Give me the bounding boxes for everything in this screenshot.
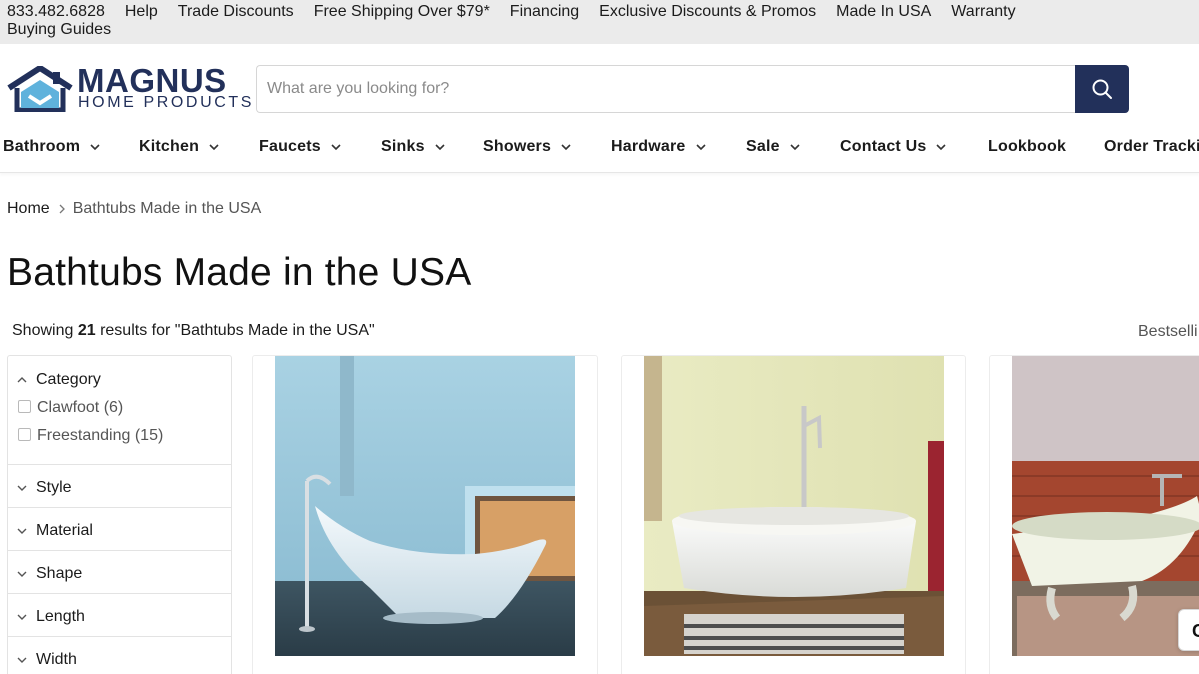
filter-group-material[interactable]: Material (8, 508, 231, 551)
nav-item-label: Sale (746, 138, 780, 155)
filters-sidebar: Category Clawfoot (6) Freestanding (15) … (7, 355, 232, 674)
utility-links-row-2: Buying Guides (7, 21, 1199, 39)
breadcrumb-home[interactable]: Home (7, 200, 50, 218)
results-count: 21 (77, 322, 96, 339)
filter-heading-length[interactable]: Length (36, 608, 85, 626)
breadcrumb-current: Bathtubs Made in the USA (72, 200, 262, 217)
logo-tagline: HOME PRODUCTS (78, 94, 255, 111)
filter-group-shape[interactable]: Shape (8, 551, 231, 594)
help-link[interactable]: Help (125, 3, 158, 21)
nav-item-label: Sinks (381, 138, 425, 155)
nav-item-label: Lookbook (988, 138, 1067, 155)
filter-heading-shape[interactable]: Shape (36, 565, 82, 583)
results-count-text: Showing 21 results for "Bathtubs Made in… (12, 322, 375, 340)
site-logo[interactable]: MAGNUS HOME PRODUCTS (7, 62, 251, 114)
chevron-down-icon (435, 143, 445, 151)
search-input[interactable] (256, 65, 1075, 113)
nav-item-sale[interactable]: Sale (746, 138, 800, 156)
search-button[interactable] (1075, 65, 1129, 113)
chevron-down-icon (17, 657, 27, 664)
filter-heading-width[interactable]: Width (36, 651, 77, 669)
nav-item-order-tracking[interactable]: Order Tracki (1104, 138, 1199, 156)
nav-item-hardware[interactable]: Hardware (611, 138, 706, 156)
house-logo-icon (7, 66, 73, 112)
main-nav: Bathroom Kitchen Faucets Sinks Showers H… (0, 130, 1199, 173)
chat-button[interactable]: C (1178, 609, 1199, 651)
breadcrumb: Home Bathtubs Made in the USA (7, 200, 261, 218)
product-card[interactable] (989, 355, 1199, 674)
results-suffix: results for "Bathtubs Made in the USA" (95, 322, 375, 339)
filter-group-length[interactable]: Length (8, 594, 231, 637)
chevron-down-icon (17, 614, 27, 621)
chevron-down-icon (936, 143, 947, 151)
chevron-down-icon (331, 143, 341, 151)
warranty-link[interactable]: Warranty (951, 3, 1015, 21)
nav-item-label: Order Tracki (1104, 138, 1199, 155)
product-image[interactable] (644, 356, 944, 656)
product-card[interactable] (252, 355, 598, 674)
filter-option-clawfoot[interactable]: Clawfoot (6) (18, 399, 123, 417)
nav-item-faucets[interactable]: Faucets (259, 138, 341, 156)
nav-item-kitchen[interactable]: Kitchen (139, 138, 219, 156)
chevron-down-icon (90, 143, 100, 151)
nav-item-contact-us[interactable]: Contact Us (840, 138, 947, 156)
chevron-down-icon (695, 143, 706, 151)
filter-heading-style[interactable]: Style (36, 479, 72, 497)
filter-group-width[interactable]: Width (8, 637, 231, 674)
filter-option-freestanding[interactable]: Freestanding (15) (18, 427, 163, 445)
utility-links-row: 833.482.6828 Help Trade Discounts Free S… (7, 3, 1199, 21)
nav-item-label: Contact Us (840, 138, 927, 155)
nav-item-bathroom[interactable]: Bathroom (3, 138, 100, 156)
chevron-down-icon (17, 485, 27, 492)
page-title: Bathtubs Made in the USA (7, 251, 472, 294)
nav-item-label: Faucets (259, 138, 321, 155)
nav-item-label: Showers (483, 138, 552, 155)
chevron-down-icon (17, 528, 27, 535)
product-card[interactable] (621, 355, 966, 674)
made-in-usa-link[interactable]: Made In USA (836, 3, 931, 21)
search-icon (1092, 79, 1112, 99)
chevron-right-icon (59, 204, 65, 214)
logo-wordmark: MAGNUS (77, 62, 227, 99)
nav-item-showers[interactable]: Showers (483, 138, 571, 156)
nav-item-label: Bathroom (3, 138, 81, 155)
search-bar (256, 65, 1129, 113)
chevron-down-icon (561, 143, 571, 151)
chevron-up-icon[interactable] (17, 376, 27, 383)
chevron-down-icon (17, 571, 27, 578)
utility-bar: 833.482.6828 Help Trade Discounts Free S… (0, 0, 1199, 44)
financing-link[interactable]: Financing (510, 3, 579, 21)
filter-heading-category[interactable]: Category (36, 371, 101, 389)
filter-group-category: Category Clawfoot (6) Freestanding (15) (8, 356, 231, 465)
product-image[interactable] (275, 356, 575, 656)
checkbox[interactable] (18, 427, 31, 441)
filter-option-label: Clawfoot (6) (37, 399, 124, 416)
buying-guides-link[interactable]: Buying Guides (7, 21, 111, 39)
nav-item-sinks[interactable]: Sinks (381, 138, 445, 156)
chevron-down-icon (209, 143, 219, 151)
trade-discounts-link[interactable]: Trade Discounts (178, 3, 294, 21)
checkbox[interactable] (18, 399, 31, 413)
nav-item-label: Kitchen (139, 138, 200, 155)
filter-option-label: Freestanding (15) (37, 427, 164, 444)
sort-select[interactable]: Bestselli (1138, 323, 1198, 341)
chevron-down-icon (790, 143, 800, 151)
free-shipping-link[interactable]: Free Shipping Over $79* (314, 3, 490, 21)
product-image[interactable] (1012, 356, 1199, 656)
results-prefix: Showing (12, 322, 78, 339)
nav-item-lookbook[interactable]: Lookbook (988, 138, 1066, 156)
nav-item-label: Hardware (611, 138, 686, 155)
exclusive-discounts-link[interactable]: Exclusive Discounts & Promos (599, 3, 816, 21)
filter-group-style[interactable]: Style (8, 465, 231, 508)
phone-link[interactable]: 833.482.6828 (7, 3, 105, 21)
filter-heading-material[interactable]: Material (36, 522, 93, 540)
